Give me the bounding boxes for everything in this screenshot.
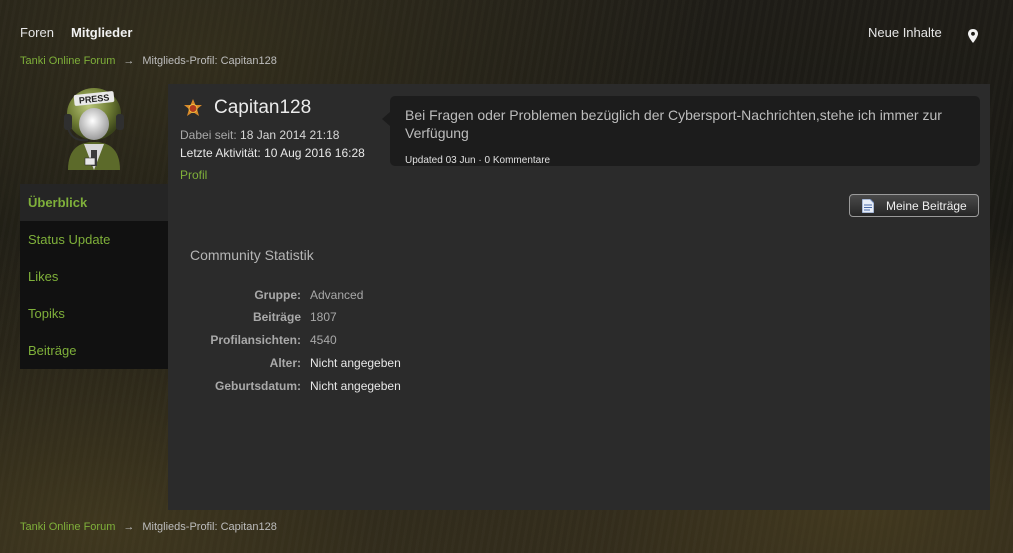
nav-foren-link[interactable]: Foren: [20, 25, 54, 40]
community-stats-title: Community Statistik: [190, 247, 314, 263]
breadcrumb-top: Tanki Online Forum → Mitglieds-Profil: Cap…: [20, 55, 277, 67]
status-update-box: Bei Fragen oder Problemen bezüglich der …: [382, 96, 980, 166]
stat-value-geburtsdatum: Nicht angegeben: [310, 379, 401, 393]
sidebar-item-status-update[interactable]: Status Update: [20, 221, 168, 258]
profile-sidebar: Überblick Status Update Likes Topiks Bei…: [20, 184, 168, 369]
sidebar-item-likes[interactable]: Likes: [20, 258, 168, 295]
last-active-info: Letzte Aktivität: 10 Aug 2016 16:28: [180, 146, 365, 160]
nav-neue-inhalte-link[interactable]: Neue Inhalte: [868, 25, 942, 40]
meine-beitraege-button[interactable]: Meine Beiträge: [849, 194, 979, 217]
last-active-value: 10 Aug 2016 16:28: [264, 146, 365, 160]
stat-label-beitraege: Beiträge: [252, 310, 301, 324]
status-comments-link[interactable]: 0 Kommentare: [485, 155, 551, 166]
breadcrumb-bottom: Tanki Online Forum → Mitglieds-Profil: Cap…: [20, 521, 277, 533]
status-meta-separator: ·: [478, 155, 482, 166]
status-updated-link[interactable]: Updated 03 Jun: [405, 155, 476, 166]
avatar[interactable]: PRESS: [58, 84, 130, 176]
map-pin-icon[interactable]: [967, 29, 979, 43]
stat-label-gruppe: Gruppe:: [254, 288, 301, 302]
sidebar-item-beitraege[interactable]: Beiträge: [20, 332, 168, 369]
stat-label-geburtsdatum: Geburtsdatum:: [214, 379, 301, 393]
breadcrumb-arrow-icon: →: [123, 521, 135, 533]
stat-value-alter: Nicht angegeben: [310, 356, 401, 370]
nav-mitglieder-link[interactable]: Mitglieder: [71, 25, 132, 40]
stat-value-gruppe: Advanced: [310, 288, 364, 302]
joined-label: Dabei seit:: [180, 128, 237, 142]
stat-value-profilansichten: 4540: [310, 333, 337, 347]
stat-label-profilansichten: Profilansichten:: [210, 333, 301, 347]
breadcrumb-current: Mitglieds-Profil: Capitan128: [142, 55, 277, 67]
breadcrumb-home-link[interactable]: Tanki Online Forum: [20, 521, 115, 533]
status-meta: Updated 03 Jun · 0 Kommentare: [405, 155, 550, 166]
document-icon: [862, 199, 874, 213]
joined-value: 18 Jan 2014 21:18: [240, 128, 340, 142]
profile-panel: Capitan128 Dabei seit: 18 Jan 2014 21:18…: [168, 84, 990, 510]
joined-info: Dabei seit: 18 Jan 2014 21:18: [180, 128, 339, 142]
breadcrumb-arrow-icon: →: [123, 55, 135, 67]
profile-link[interactable]: Profil: [180, 168, 207, 182]
sidebar-item-topiks[interactable]: Topiks: [20, 295, 168, 332]
profile-username: Capitan128: [214, 97, 312, 118]
breadcrumb-home-link[interactable]: Tanki Online Forum: [20, 55, 115, 67]
sidebar-item-ueberblick[interactable]: Überblick: [20, 184, 168, 221]
rank-star-icon: [184, 99, 202, 116]
status-text: Bei Fragen oder Problemen bezüglich der …: [405, 107, 942, 141]
last-active-label: Letzte Aktivität:: [180, 146, 261, 160]
top-navigation: Foren Mitglieder Neue Inhalte: [0, 0, 1013, 60]
breadcrumb-current: Mitglieds-Profil: Capitan128: [142, 521, 277, 533]
stat-label-alter: Alter:: [269, 356, 301, 370]
stat-value-beitraege: 1807: [310, 310, 337, 324]
meine-beitraege-label: Meine Beiträge: [886, 199, 967, 213]
